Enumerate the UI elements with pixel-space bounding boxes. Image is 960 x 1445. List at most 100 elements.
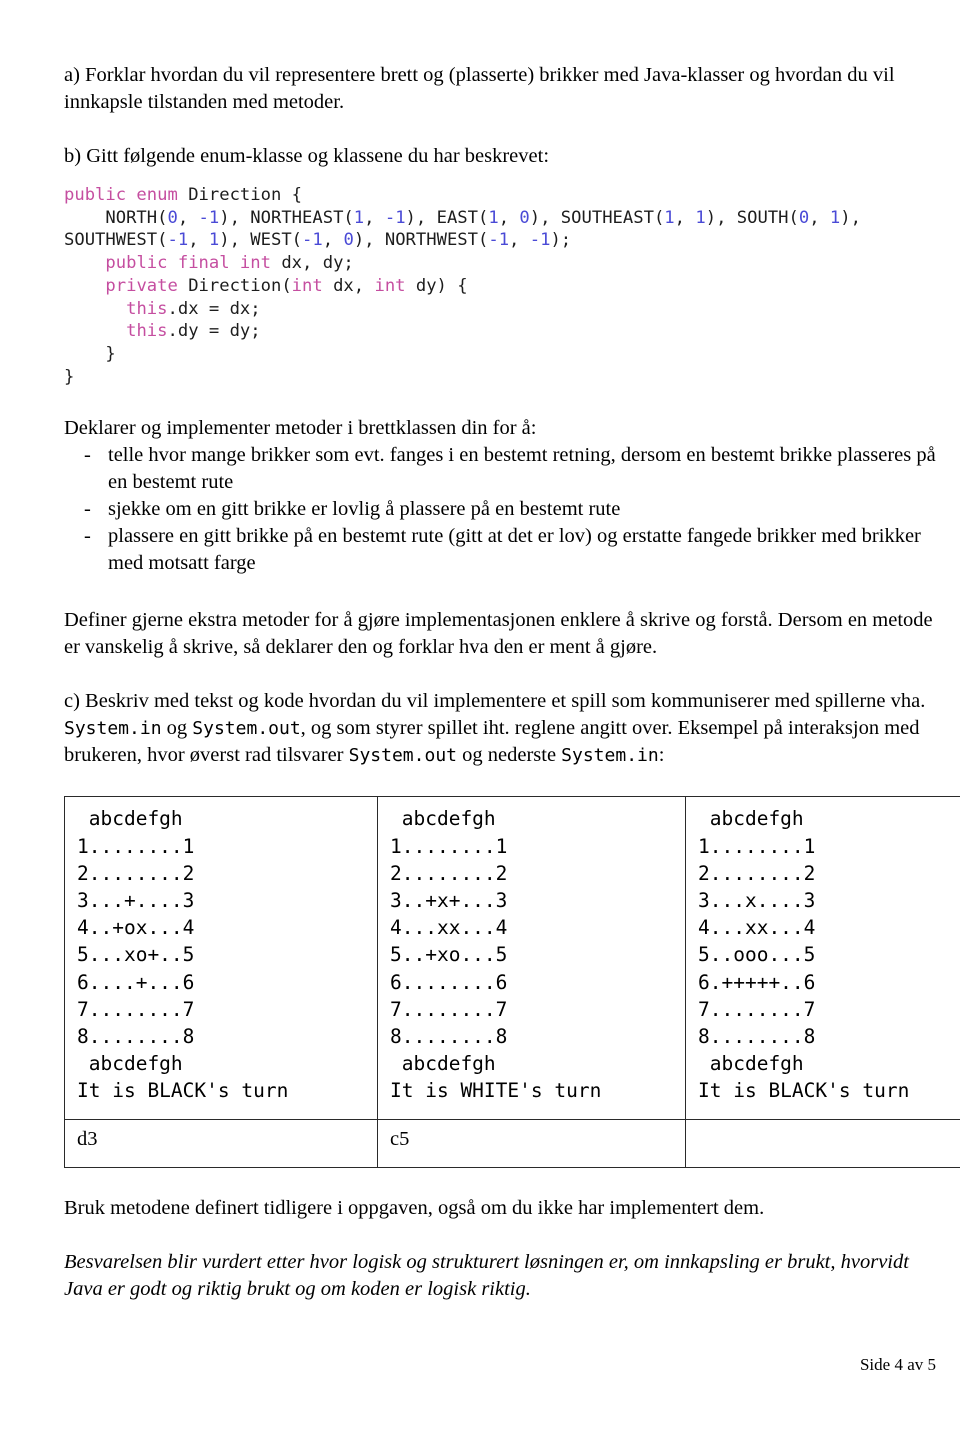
methods-bullet-list: - telle hvor mange brikker som evt. fange…	[64, 442, 936, 577]
code-line: private Direction(int dx, int dy) {	[64, 275, 936, 298]
code-token-num: 0	[798, 207, 810, 228]
code-token-kw: int	[291, 275, 323, 296]
code-token-num: 1	[829, 207, 841, 228]
code-token-num: 0	[343, 230, 354, 251]
code-token-num: -1	[488, 230, 510, 251]
task-c-paragraph: c) Beskriv med tekst og kode hvordan du …	[64, 688, 936, 769]
code-token-plain: ,	[177, 207, 199, 228]
move-input-cell-2: c5	[377, 1118, 686, 1168]
extra-methods-paragraph: Definer gjerne ekstra metoder for å gjør…	[64, 609, 933, 659]
move-input-cell-3	[685, 1118, 960, 1168]
task-c-text-2: og	[161, 717, 193, 740]
table-row: abcdefgh 1........1 2........2 3...+....…	[64, 796, 960, 1120]
code-token-plain: );	[550, 230, 572, 251]
board-ascii-art: abcdefgh 1........1 2........2 3...x....…	[698, 807, 910, 1103]
code-token-num: 1	[208, 230, 220, 251]
code-line: this.dy = dy;	[64, 320, 936, 343]
code-token-num: -1	[167, 230, 189, 251]
inline-code-system-out-1: System.out	[192, 718, 301, 740]
code-line: }	[64, 366, 936, 389]
inline-code-system-in-2: System.in	[561, 745, 659, 767]
bullet-item-text: sjekke om en gitt brikke er lovlig å pla…	[108, 498, 621, 521]
code-token-num: 0	[167, 207, 178, 228]
board-ascii-art: abcdefgh 1........1 2........2 3...+....…	[77, 807, 289, 1103]
task-a-paragraph: a) Forklar hvordan du vil representere b…	[64, 64, 895, 113]
bullet-dash-marker: -	[84, 525, 91, 548]
board-cell-3: abcdefgh 1........1 2........2 3...x....…	[685, 796, 960, 1120]
bullet-item-text: plassere en gitt brikke på en bestemt ru…	[108, 525, 921, 575]
code-token-plain: ), NORTHWEST(	[353, 230, 489, 251]
code-token-plain: ), WEST(	[219, 230, 303, 251]
move-value: c5	[390, 1127, 410, 1150]
code-token-plain: ),	[840, 207, 861, 228]
document-page: a) Forklar hvordan du vil representere b…	[0, 0, 960, 1445]
declare-intro-paragraph: Deklarer og implementer metoder i brettk…	[64, 417, 537, 440]
code-token-plain: ,	[322, 230, 344, 251]
code-token-plain: ,	[674, 207, 696, 228]
code-token-plain: NORTH(	[64, 207, 168, 228]
code-token-plain: ,	[188, 230, 209, 251]
task-c-text-5: :	[658, 744, 665, 767]
move-value: d3	[77, 1127, 98, 1150]
code-line: this.dx = dx;	[64, 298, 936, 321]
use-methods-paragraph: Bruk metodene definert tidligere i oppga…	[64, 1196, 765, 1219]
code-token-num: 0	[519, 207, 530, 228]
code-token-plain: dx, dy;	[270, 253, 354, 274]
task-c-text-1: c) Beskriv med tekst og kode hvordan du …	[64, 690, 926, 713]
board-examples-table: abcdefgh 1........1 2........2 3...+....…	[64, 796, 960, 1168]
code-token-plain: ,	[509, 230, 530, 251]
move-input-cell-1: d3	[64, 1118, 378, 1168]
code-token-kw: int	[374, 275, 406, 296]
code-token-plain: ), EAST(	[405, 207, 489, 228]
code-line: public final int dx, dy;	[64, 252, 936, 275]
code-token-plain: ,	[498, 207, 520, 228]
code-token-num: 1	[488, 207, 499, 228]
code-line: NORTH(0, -1), NORTHEAST(1, -1), EAST(1, …	[64, 207, 936, 230]
code-token-num: 1	[664, 207, 675, 228]
bullet-item: - sjekke om en gitt brikke er lovlig å pl…	[64, 496, 936, 523]
code-token-plain: }	[64, 343, 116, 364]
code-line: }	[64, 343, 936, 366]
task-b-intro-paragraph: b) Gitt følgende enum-klasse og klassene…	[64, 145, 550, 167]
code-token-plain: dy) {	[405, 275, 468, 296]
code-token-plain: Direction(	[177, 275, 292, 296]
code-token-num: 1	[353, 207, 365, 228]
code-token-plain: ), SOUTH(	[705, 207, 799, 228]
board-cell-2: abcdefgh 1........1 2........2 3..+x+...…	[377, 796, 686, 1120]
code-token-num: -1	[302, 230, 323, 251]
board-ascii-art: abcdefgh 1........1 2........2 3..+x+...…	[390, 807, 602, 1103]
code-token-plain: .dx = dx;	[167, 298, 261, 319]
grading-note-paragraph: Besvarelsen blir vurdert etter hvor logi…	[64, 1250, 909, 1300]
page-footer: Side 4 av 5	[0, 1355, 960, 1375]
code-token-kw: private	[105, 275, 178, 296]
task-c-text-4: og nederste	[457, 744, 562, 767]
code-token-num: -1	[198, 207, 220, 228]
bullet-dash-marker: -	[84, 498, 91, 521]
code-token-plain: .dy = dy;	[167, 321, 261, 342]
code-token-num: -1	[384, 207, 406, 228]
code-token-plain: SOUTHWEST(	[64, 230, 168, 251]
code-token-kw: this	[126, 298, 168, 319]
bullet-item: - telle hvor mange brikker som evt. fange…	[64, 442, 936, 496]
inline-code-system-in-1: System.in	[64, 718, 162, 740]
code-token-plain: ), NORTHEAST(	[219, 207, 354, 228]
code-token-plain: ,	[364, 207, 385, 228]
code-token-kw: this	[126, 321, 168, 342]
code-token-plain: dx,	[322, 275, 375, 296]
code-token-plain: ,	[809, 207, 830, 228]
code-token-num: 1	[695, 207, 706, 228]
bullet-dash-marker: -	[84, 444, 91, 467]
code-token-plain: ), SOUTHEAST(	[529, 207, 665, 228]
board-cell-1: abcdefgh 1........1 2........2 3...+....…	[64, 796, 378, 1120]
